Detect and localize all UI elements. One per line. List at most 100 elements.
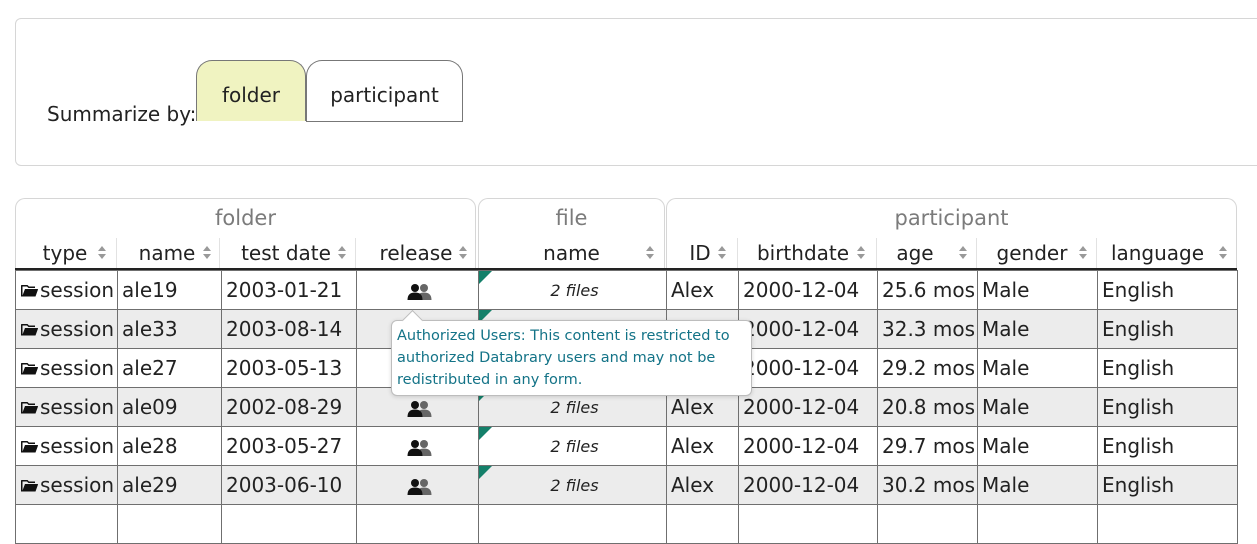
cell-gender: Male [977,270,1098,310]
cell-birthdate: 2000-12-04 [738,387,878,427]
cell-type[interactable]: session [15,426,118,466]
column-header-language[interactable]: language [1097,240,1218,270]
summarize-by-label: Summarize by: [47,102,197,126]
cell-empty [977,504,1098,544]
cell-type[interactable]: session [15,309,118,349]
group-title-participant: participant [894,206,1009,230]
cell-empty [15,504,118,544]
cell-gender: Male [977,309,1098,349]
cell-age: 29.7 mos [877,426,978,466]
file-flag-icon [479,466,492,479]
sort-icon[interactable] [459,245,468,261]
column-header-file-name[interactable]: name [478,240,665,270]
column-header-name[interactable]: name [117,240,217,270]
cell-age: 29.2 mos [877,348,978,388]
column-header-age[interactable]: age [877,240,953,270]
cell-birthdate: 2000-12-04 [738,426,878,466]
cell-id[interactable]: Alex [666,465,739,505]
file-flag-icon [479,271,492,284]
cell-birthdate: 2000-12-04 [738,270,878,310]
cell-release[interactable] [356,270,479,310]
column-header-birthdate[interactable]: birthdate [738,240,868,270]
cell-gender: Male [977,348,1098,388]
release-tooltip: Authorized Users: This content is restri… [391,309,752,396]
cell-name[interactable]: ale27 [117,348,222,388]
cell-empty [666,504,739,544]
cell-gender: Male [977,426,1098,466]
authorized-users-icon [407,439,432,456]
sort-icon[interactable] [1079,245,1088,261]
table-row[interactable]: session ale19 2003-01-21 2 files Alex 2000-12… [15,270,1238,310]
table-row[interactable] [15,504,1238,544]
sort-icon[interactable] [959,245,968,261]
cell-birthdate: 2000-12-04 [738,465,878,505]
column-header-test-date[interactable]: test date [220,240,352,270]
cell-gender: Male [977,465,1098,505]
authorized-users-icon [407,400,432,417]
cell-empty [738,504,878,544]
cell-test-date: 2003-01-21 [221,270,357,310]
column-header-release[interactable]: release [356,240,476,270]
cell-release[interactable] [356,426,479,466]
cell-age: 20.8 mos [877,387,978,427]
cell-files[interactable]: 2 files [478,426,667,466]
cell-empty [221,504,357,544]
authorized-users-icon [407,478,432,495]
cell-name[interactable]: ale28 [117,426,222,466]
folder-icon [21,363,38,375]
cell-id[interactable]: Alex [666,426,739,466]
cell-language: English [1097,426,1238,466]
authorized-users-icon [407,283,432,300]
tab-folder[interactable]: folder [196,60,306,121]
cell-birthdate: 2000-12-04 [738,348,878,388]
cell-files[interactable]: 2 files [478,465,667,505]
cell-name[interactable]: ale33 [117,309,222,349]
cell-birthdate: 2000-12-04 [738,309,878,349]
cell-test-date: 2003-08-14 [221,309,357,349]
sort-icon[interactable] [338,245,347,261]
cell-type[interactable]: session [15,465,118,505]
cell-id[interactable]: Alex [666,270,739,310]
cell-type[interactable]: session [15,348,118,388]
sort-icon[interactable] [1219,245,1228,261]
cell-name[interactable]: ale29 [117,465,222,505]
cell-test-date: 2003-05-27 [221,426,357,466]
cell-empty [478,504,667,544]
cell-language: English [1097,348,1238,388]
cell-age: 25.6 mos [877,270,978,310]
folder-icon [21,324,38,336]
cell-name[interactable]: ale09 [117,387,222,427]
table-row[interactable]: session ale28 2003-05-27 2 files Alex 2000-12… [15,426,1238,466]
cell-empty [356,504,479,544]
table-row[interactable]: session ale29 2003-06-10 2 files Alex 2000-12… [15,465,1238,505]
cell-type[interactable]: session [15,270,118,310]
cell-gender: Male [977,387,1098,427]
tab-participant[interactable]: participant [306,60,463,121]
tab-underline [306,121,463,122]
cell-name[interactable]: ale19 [117,270,222,310]
group-title-folder: folder [215,206,276,230]
cell-test-date: 2003-05-13 [221,348,357,388]
cell-empty [117,504,222,544]
cell-age: 30.2 mos [877,465,978,505]
folder-icon [21,480,38,492]
cell-language: English [1097,270,1238,310]
column-header-gender[interactable]: gender [977,240,1087,270]
cell-language: English [1097,465,1238,505]
file-flag-icon [479,427,492,440]
sort-icon[interactable] [646,245,655,261]
sessions-table: session ale19 2003-01-21 2 files Alex 2000-12… [15,270,1238,544]
cell-language: English [1097,309,1238,349]
sort-icon[interactable] [203,245,212,261]
cell-release[interactable] [356,465,479,505]
sort-icon[interactable] [857,245,866,261]
cell-empty [877,504,978,544]
cell-type[interactable]: session [15,387,118,427]
folder-icon [21,285,38,297]
sort-icon[interactable] [98,245,107,261]
cell-test-date: 2003-06-10 [221,465,357,505]
sort-icon[interactable] [718,245,727,261]
folder-icon [21,402,38,414]
folder-icon [21,441,38,453]
cell-files[interactable]: 2 files [478,270,667,310]
